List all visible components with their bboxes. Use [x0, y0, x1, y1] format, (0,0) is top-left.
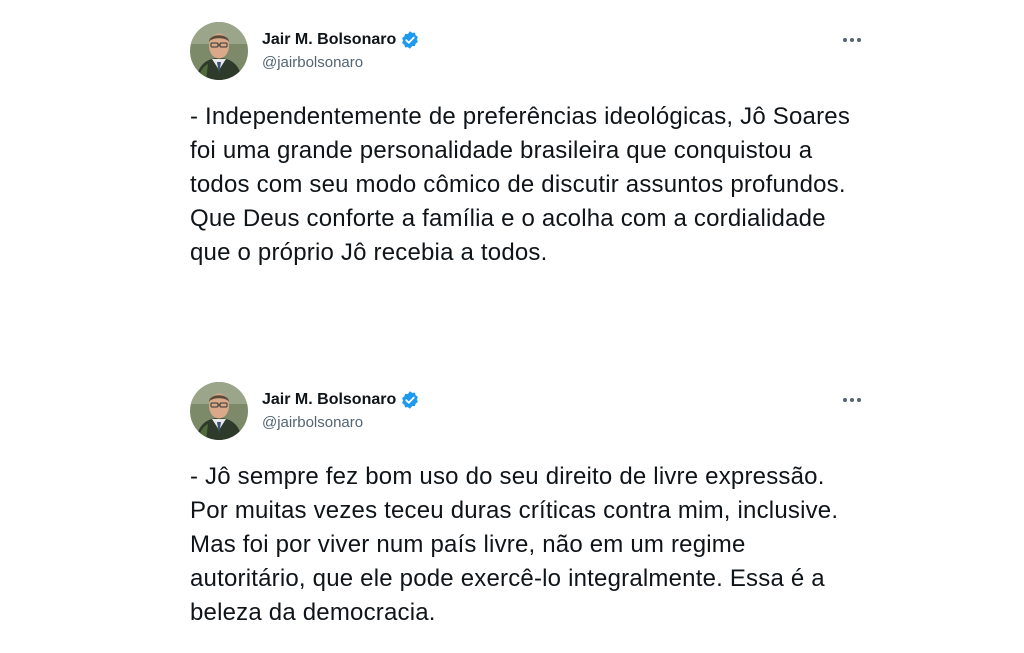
name-row: Jair M. Bolsonaro: [262, 29, 420, 51]
avatar-image: [190, 382, 248, 440]
more-options-button[interactable]: [840, 390, 864, 410]
more-options-button[interactable]: [840, 30, 864, 50]
tweet-card[interactable]: Jair M. Bolsonaro @jairbolsonaro - Indep…: [190, 22, 870, 270]
author-info: Jair M. Bolsonaro @jairbolsonaro: [262, 29, 420, 71]
author-name[interactable]: Jair M. Bolsonaro: [262, 31, 396, 49]
tweet-text: - Jô sempre fez bom uso do seu direito d…: [190, 463, 839, 626]
author-name[interactable]: Jair M. Bolsonaro: [262, 391, 396, 409]
verified-badge-icon: [400, 30, 420, 50]
tweet-header: Jair M. Bolsonaro @jairbolsonaro: [190, 382, 870, 442]
avatar[interactable]: [190, 382, 248, 440]
tweet-header: Jair M. Bolsonaro @jairbolsonaro: [190, 22, 870, 82]
verified-badge-icon: [400, 390, 420, 410]
more-horizontal-icon: [843, 398, 861, 402]
tweet-card[interactable]: Jair M. Bolsonaro @jairbolsonaro - Jô se…: [190, 382, 870, 630]
author-handle[interactable]: @jairbolsonaro: [262, 414, 420, 431]
more-horizontal-icon: [843, 38, 861, 42]
avatar-image: [190, 22, 248, 80]
avatar[interactable]: [190, 22, 248, 80]
author-info: Jair M. Bolsonaro @jairbolsonaro: [262, 389, 420, 431]
author-handle[interactable]: @jairbolsonaro: [262, 54, 420, 71]
name-row: Jair M. Bolsonaro: [262, 389, 420, 411]
tweet-text: - Independentemente de preferências ideo…: [190, 103, 851, 266]
